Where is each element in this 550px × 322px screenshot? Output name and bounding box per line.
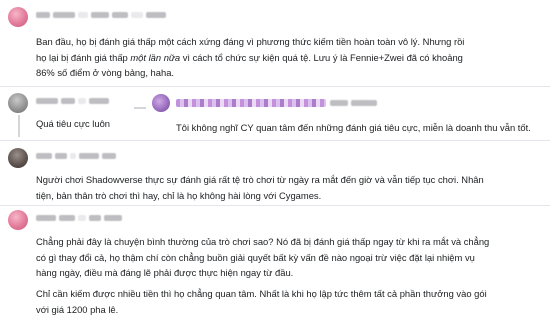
avatar[interactable] <box>8 7 28 27</box>
thread-connector <box>18 115 20 137</box>
comment-text: Chỉ cần kiếm được nhiều tiền thì họ chẳn… <box>36 288 487 315</box>
commenter-name-redacted[interactable] <box>176 99 326 107</box>
divider <box>0 205 550 206</box>
avatar[interactable] <box>8 210 28 230</box>
commenter-name-redacted[interactable] <box>36 97 109 105</box>
avatar[interactable] <box>8 148 28 168</box>
avatar[interactable] <box>8 93 28 113</box>
commenter-name-redacted[interactable] <box>36 214 122 222</box>
comment-text: Người chơi Shadowverse thực sự đánh giá … <box>36 174 484 201</box>
reply-text: Tôi không nghĩ CY quan tâm đến những đán… <box>176 122 531 133</box>
comment-text: Quá tiêu cực luôn <box>36 118 111 129</box>
divider <box>0 140 550 141</box>
thread-connector <box>134 107 146 109</box>
comment-text: Chẳng phải đây là chuyện bình thường của… <box>36 236 490 278</box>
commenter-name-redacted[interactable] <box>330 99 377 107</box>
comment-text: Ban đầu, họ bị đánh giá thấp một cách xứ… <box>36 36 465 78</box>
avatar[interactable] <box>152 94 170 112</box>
commenter-name-redacted[interactable] <box>36 152 116 160</box>
divider <box>0 86 550 87</box>
commenter-name-redacted[interactable] <box>36 11 166 19</box>
